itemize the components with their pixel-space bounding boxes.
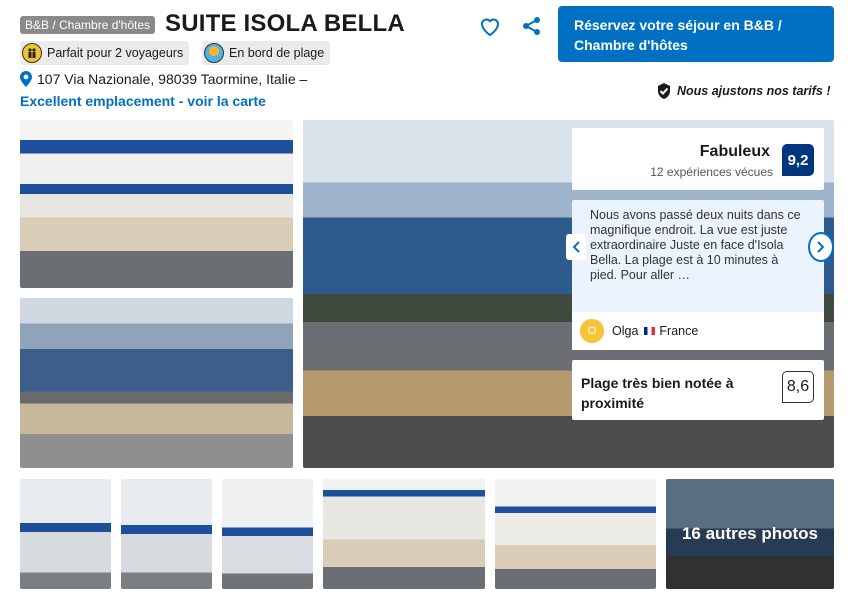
review-text: Nous avons passé deux nuits dans ce magn… — [590, 208, 801, 282]
location-card: Plage très bien notée à proximité 8,6 — [572, 360, 824, 420]
reviewer-country: France — [659, 324, 699, 338]
thumbnail-room-2[interactable] — [495, 479, 656, 589]
property-title: SUITE ISOLA BELLA — [165, 10, 405, 37]
tag-guests-label: Parfait pour 2 voyageurs — [47, 46, 184, 60]
reviewer: O Olga France — [572, 312, 824, 350]
review-prev-button[interactable] — [566, 234, 586, 260]
beach-icon — [204, 43, 224, 63]
reviewer-name: Olga — [612, 324, 639, 338]
location-pin-icon — [20, 71, 32, 87]
thumbnail-more-photos[interactable]: 16 autres photos — [666, 479, 834, 589]
address-text: 107 Via Nazionale, 98039 Taormine, Itali… — [37, 71, 308, 87]
rating-score-badge: 9,2 — [782, 144, 814, 176]
share-icon[interactable] — [521, 15, 543, 37]
reserve-button[interactable]: Réservez votre séjour en B&B / Chambre d… — [558, 6, 834, 62]
price-note: Nous ajustons nos tarifs ! — [656, 83, 831, 99]
photo-bedroom[interactable] — [20, 120, 293, 288]
more-photos-label: 16 autres photos — [666, 479, 834, 589]
chevron-left-icon — [572, 241, 580, 253]
tag-beach-label: En bord de plage — [229, 46, 325, 60]
tag-guests: Parfait pour 2 voyageurs — [20, 41, 190, 65]
review-next-button[interactable] — [808, 232, 834, 262]
location-label: Plage très bien notée à proximité — [581, 375, 734, 411]
rating-label: Fabuleux — [699, 143, 770, 160]
thumbnail-room-1[interactable] — [323, 479, 485, 589]
location-score: 8,6 — [782, 371, 814, 403]
price-note-text: Nous ajustons nos tarifs ! — [677, 84, 831, 98]
avatar: O — [580, 319, 604, 343]
people-icon — [22, 43, 42, 63]
thumbnail-bathroom-2[interactable] — [121, 479, 212, 589]
address: 107 Via Nazionale, 98039 Taormine, Itali… — [20, 71, 307, 87]
save-heart-icon[interactable] — [478, 14, 502, 38]
france-flag-icon — [644, 327, 656, 335]
rating-count: 12 expériences vécues — [650, 165, 773, 179]
property-type-badge: B&B / Chambre d'hôtes — [20, 16, 156, 34]
chevron-right-icon — [817, 241, 825, 253]
photo-terrace[interactable] — [20, 298, 293, 468]
verified-shield-icon — [658, 83, 670, 99]
map-link[interactable]: Excellent emplacement - voir la carte — [20, 93, 266, 109]
tag-beach: En bord de plage — [202, 41, 331, 65]
thumbnail-bathroom-1[interactable] — [20, 479, 111, 589]
thumbnail-bathroom-3[interactable] — [222, 479, 313, 589]
rating-card[interactable]: Fabuleux 12 expériences vécues 9,2 — [572, 128, 824, 190]
